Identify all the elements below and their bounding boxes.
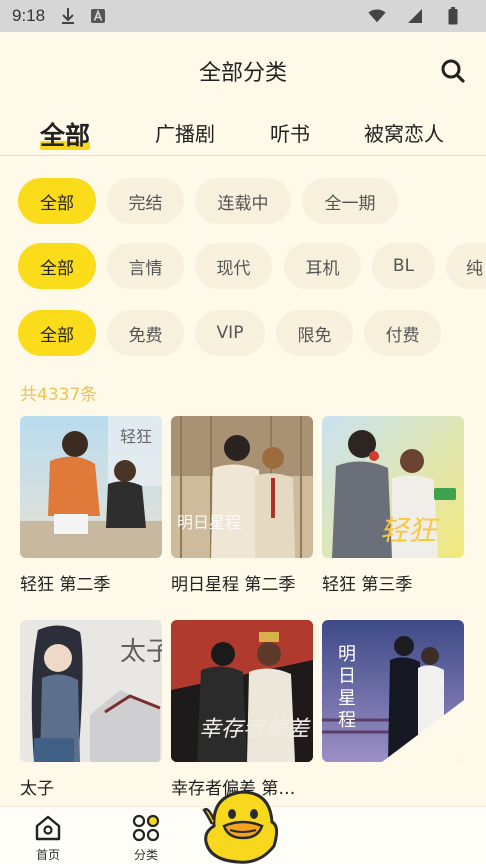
tab-quilt-lover[interactable]: 被窝恋人	[364, 118, 444, 147]
svg-text:轻狂: 轻狂	[380, 514, 440, 547]
work-cover-image[interactable]: 轻狂	[20, 416, 162, 558]
a-badge-icon	[89, 7, 107, 25]
filter-price-vip[interactable]: VIP	[195, 310, 265, 356]
page-title: 全部分类	[198, 61, 287, 86]
battery-icon	[444, 7, 462, 25]
wifi-icon	[368, 7, 386, 25]
tab-all-label: 全部	[40, 121, 91, 150]
svg-text:明: 明	[338, 644, 356, 665]
work-card[interactable]: 幸存者偏差 幸存者偏差 第…	[171, 620, 313, 799]
category-icon	[132, 814, 160, 842]
work-cover-image[interactable]: 太子	[20, 620, 162, 762]
work-cover-image[interactable]: 明日星程	[171, 416, 313, 558]
filter-genre-all[interactable]: 全部	[18, 243, 96, 289]
nav-home[interactable]: 首页	[18, 813, 78, 863]
filter-status-complete[interactable]: 完结	[107, 178, 184, 224]
tab-radio-drama-label: 广播剧	[155, 122, 215, 146]
svg-text:明日星程: 明日星程	[177, 513, 241, 532]
work-cover-image[interactable]: 幸存者偏差	[171, 620, 313, 762]
work-card[interactable]: 明日星程 明日星程 第二季	[171, 416, 313, 595]
tab-quilt-lover-label: 被窝恋人	[364, 122, 444, 146]
filter-genre-pure[interactable]: 纯	[446, 243, 486, 289]
result-count: 共4337条	[20, 385, 98, 405]
work-cover-image[interactable]: 轻狂	[322, 416, 464, 558]
nav-home-label: 首页	[35, 848, 60, 862]
work-title: 太子	[20, 779, 54, 799]
filter-price-free[interactable]: 免费	[107, 310, 184, 356]
svg-text:程: 程	[338, 710, 356, 731]
svg-text:日: 日	[338, 666, 356, 687]
filter-row-genre: 全部 言情 现代 耳机 BL 纯	[18, 243, 486, 289]
filter-status-ongoing[interactable]: 连载中	[195, 178, 291, 224]
tab-audiobook[interactable]: 听书	[270, 118, 310, 147]
search-icon[interactable]	[438, 56, 468, 86]
work-title: 轻狂 第二季	[20, 575, 111, 595]
filter-status-single[interactable]: 全一期	[302, 178, 398, 224]
filter-price-paid[interactable]: 付费	[364, 310, 441, 356]
work-card[interactable]: 轻狂 轻狂 第三季	[322, 416, 464, 595]
svg-text:星: 星	[338, 688, 356, 709]
work-title: 明日星程 第二季	[171, 575, 296, 595]
work-card[interactable]: 轻狂 轻狂 第二季	[20, 416, 162, 595]
nav-category[interactable]: 分类	[116, 813, 176, 863]
status-bar: 9:18	[0, 0, 486, 32]
work-card[interactable]: 明 日 星 程	[322, 620, 464, 774]
tab-radio-drama[interactable]: 广播剧	[155, 118, 215, 147]
filter-price-limited-free[interactable]: 限免	[276, 310, 353, 356]
filter-genre-bl[interactable]: BL	[372, 243, 435, 289]
filter-price-all[interactable]: 全部	[18, 310, 96, 356]
svg-text:轻狂: 轻狂	[120, 427, 152, 446]
tab-audiobook-label: 听书	[270, 122, 310, 146]
header: 全部分类	[0, 32, 486, 110]
home-icon	[35, 815, 61, 841]
nav-category-label: 分类	[133, 848, 158, 862]
status-time: 9:18	[12, 6, 46, 25]
duck-mascot-icon[interactable]	[200, 786, 282, 864]
category-tabs: 全部 广播剧 听书 被窝恋人	[0, 112, 486, 156]
work-cover-image[interactable]: 明 日 星 程	[322, 620, 464, 762]
signal-icon	[406, 7, 424, 25]
work-card[interactable]: 太子 太子	[20, 620, 162, 799]
svg-text:太子: 太子	[120, 637, 162, 667]
tab-all[interactable]: 全部	[40, 116, 91, 152]
filter-status-all[interactable]: 全部	[18, 178, 96, 224]
work-title: 轻狂 第三季	[322, 575, 413, 595]
filter-genre-modern[interactable]: 现代	[195, 243, 272, 289]
download-icon	[59, 7, 77, 25]
filter-genre-earphone[interactable]: 耳机	[284, 243, 361, 289]
filter-genre-romance[interactable]: 言情	[107, 243, 184, 289]
svg-text:幸存者偏差: 幸存者偏差	[199, 717, 311, 742]
